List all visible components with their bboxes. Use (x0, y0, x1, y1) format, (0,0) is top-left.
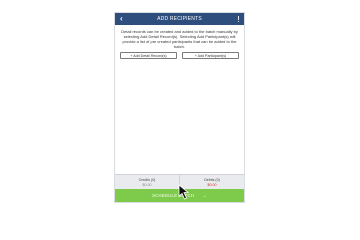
credits-summary: Credits (0) $0.00 (115, 175, 180, 190)
add-participant-button[interactable]: + Add Participant(s) (182, 52, 239, 59)
credits-amount: $0.00 (142, 183, 152, 187)
arrow-right-icon: → (201, 193, 207, 199)
chevron-left-icon[interactable]: ‹ (120, 13, 128, 25)
instructions-text: Detail records can be created and added … (121, 29, 238, 49)
mouse-pointer-icon (178, 184, 190, 200)
page-title: ADD RECIPIENTS (157, 16, 202, 22)
app-screen: ‹ ADD RECIPIENTS Detail records can be c… (115, 13, 244, 202)
header-bar: ‹ ADD RECIPIENTS (115, 13, 244, 25)
add-buttons-row: + Add Detail Record(s) + Add Participant… (120, 52, 239, 60)
kebab-menu-icon[interactable] (237, 16, 240, 23)
add-detail-record-button[interactable]: + Add Detail Record(s) (120, 52, 177, 59)
